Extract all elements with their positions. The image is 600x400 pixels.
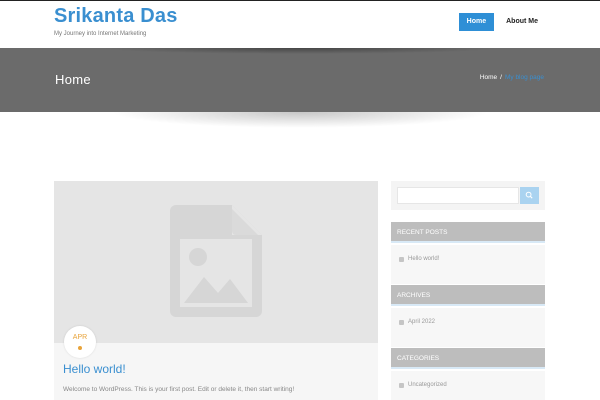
widget-title-recent-posts: RECENT POSTS bbox=[391, 222, 545, 243]
widget-body-archives bbox=[391, 308, 545, 347]
nav-item-home[interactable]: Home bbox=[458, 13, 495, 31]
post-date-month: APR bbox=[72, 334, 88, 341]
banner-drop-shadow bbox=[110, 112, 490, 128]
widget-title-archives: ARCHIVES bbox=[391, 285, 545, 306]
main-nav: Home About Me bbox=[458, 13, 546, 31]
category-item[interactable]: Uncategorized bbox=[399, 382, 447, 388]
post-title[interactable]: Hello world! bbox=[63, 362, 126, 376]
breadcrumb: Home / My blog page bbox=[480, 74, 544, 81]
recent-post-link[interactable]: Hello world! bbox=[408, 256, 439, 262]
banner-shadow bbox=[100, 48, 500, 54]
widget-body-recent-posts bbox=[391, 245, 545, 284]
breadcrumb-home-link[interactable]: Home bbox=[480, 74, 497, 81]
archive-item[interactable]: April 2022 bbox=[399, 319, 435, 325]
recent-post-item[interactable]: Hello world! bbox=[399, 256, 439, 262]
bullet-icon bbox=[399, 319, 404, 325]
bullet-icon bbox=[399, 382, 404, 388]
bullet-icon bbox=[399, 256, 404, 262]
top-border bbox=[0, 0, 600, 1]
breadcrumb-separator: / bbox=[500, 74, 502, 81]
site-tagline: My Journey into Internet Marketing bbox=[54, 31, 147, 37]
category-link[interactable]: Uncategorized bbox=[408, 382, 447, 388]
page-title: Home bbox=[55, 72, 91, 87]
post-excerpt: Welcome to WordPress. This is your first… bbox=[63, 386, 295, 393]
nav-item-about-me[interactable]: About Me bbox=[498, 13, 546, 31]
archive-link[interactable]: April 2022 bbox=[408, 319, 435, 325]
date-dot-icon bbox=[78, 346, 82, 350]
search-input[interactable] bbox=[397, 187, 519, 204]
search-icon bbox=[525, 191, 533, 199]
post-date-badge: APR bbox=[64, 326, 96, 358]
image-placeholder-icon bbox=[170, 205, 262, 317]
breadcrumb-current: My blog page bbox=[504, 74, 544, 81]
widget-title-categories: CATEGORIES bbox=[391, 348, 545, 369]
search-button[interactable] bbox=[520, 187, 539, 204]
site-title[interactable]: Srikanta Das bbox=[54, 5, 178, 28]
